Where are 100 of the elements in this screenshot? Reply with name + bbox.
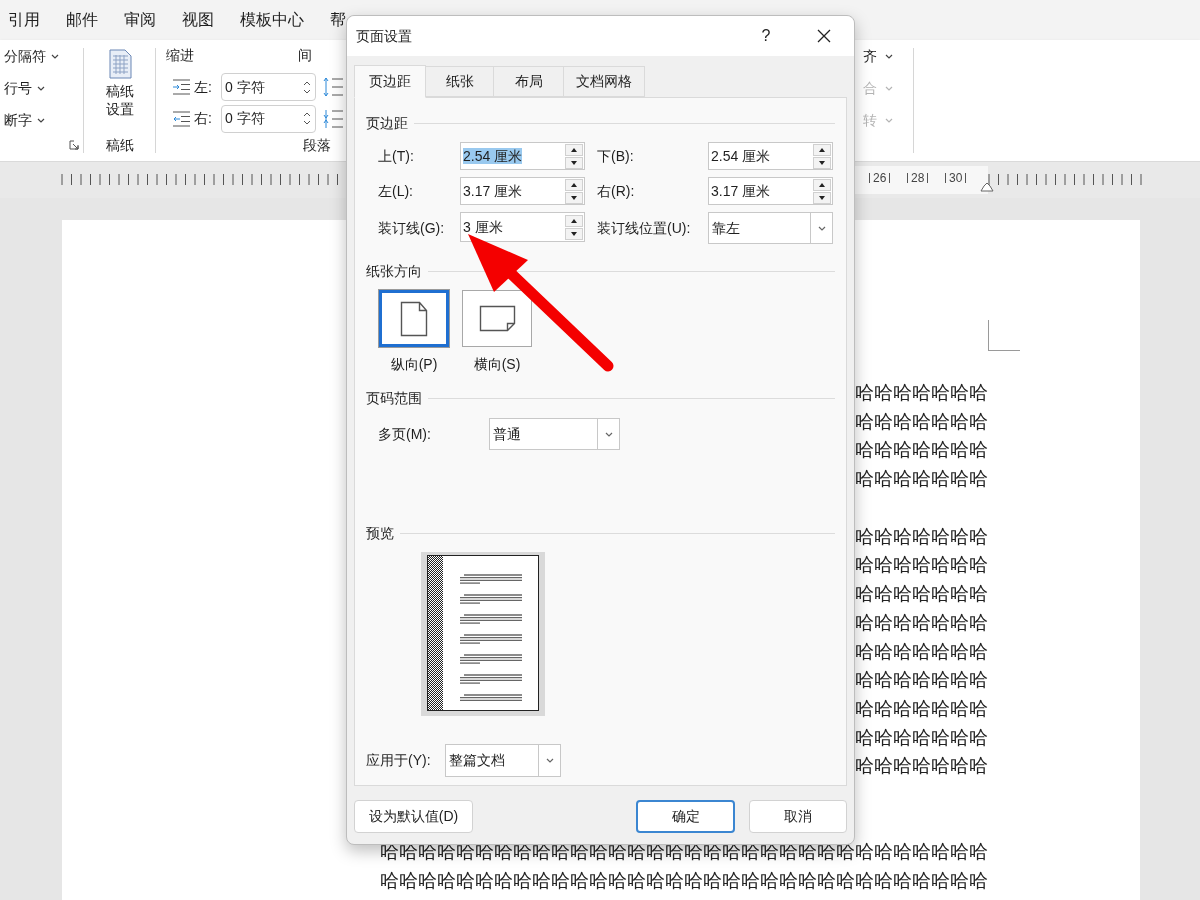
menu-tab[interactable]: 帮 bbox=[330, 12, 346, 28]
text-line: 哈哈哈哈哈哈哈 bbox=[855, 524, 988, 549]
spin-field[interactable]: 3 厘米 bbox=[460, 212, 585, 242]
dialog-button[interactable]: 取消 bbox=[749, 800, 847, 833]
portrait-page-icon bbox=[400, 300, 428, 337]
spin-down-icon[interactable] bbox=[813, 156, 831, 169]
section-heading: 页边距 bbox=[366, 113, 408, 133]
orientation-button[interactable] bbox=[462, 290, 532, 347]
spin-down-icon[interactable] bbox=[813, 191, 831, 204]
menu-tab[interactable]: 模板中心 bbox=[240, 12, 304, 28]
spin-field[interactable]: 0 字符 bbox=[221, 73, 316, 101]
margin-corner-mark bbox=[988, 320, 1020, 351]
text-line: 哈哈哈哈哈哈哈 bbox=[855, 610, 988, 635]
field-label: 左: bbox=[194, 77, 213, 97]
spin-down-icon[interactable] bbox=[565, 227, 583, 240]
spin-down-icon[interactable] bbox=[565, 191, 583, 204]
paper-settings-button[interactable]: 稿纸设置 bbox=[104, 49, 135, 118]
chevron-down-icon bbox=[51, 53, 59, 59]
text-line: 哈哈哈哈哈哈哈 bbox=[855, 582, 988, 607]
close-icon bbox=[817, 29, 831, 43]
spin-up-icon[interactable] bbox=[813, 178, 831, 191]
ribbon-dropdown[interactable]: 断字 bbox=[4, 104, 83, 136]
field-label: 装订线(G): bbox=[378, 218, 446, 238]
field-label: 左(L): bbox=[378, 181, 414, 201]
indent-icon bbox=[172, 79, 190, 95]
menu-tab[interactable]: 邮件 bbox=[66, 12, 98, 28]
text-line: 哈哈哈哈哈哈哈 bbox=[855, 754, 988, 779]
spin-up-icon[interactable] bbox=[813, 143, 831, 156]
document-grid-icon bbox=[107, 49, 132, 79]
line-spacing-icon bbox=[323, 108, 343, 130]
text-line: 哈哈哈哈哈哈哈 bbox=[855, 639, 988, 664]
indent-marker[interactable] bbox=[980, 182, 994, 192]
dropdown[interactable]: 整篇文档 bbox=[445, 744, 561, 777]
menu-tab[interactable]: 审阅 bbox=[124, 12, 156, 28]
ribbon-dropdown[interactable]: 齐 bbox=[863, 40, 913, 72]
option-label: 横向(S) bbox=[473, 355, 521, 374]
spin-field[interactable]: 3.17 厘米 bbox=[460, 177, 585, 205]
spin-down-icon[interactable] bbox=[565, 156, 583, 169]
text-line: 哈哈哈哈哈哈哈 bbox=[855, 381, 988, 405]
chevron-down-icon bbox=[604, 431, 613, 437]
tab[interactable]: 页边距 bbox=[354, 65, 426, 98]
chevron-down-icon bbox=[885, 85, 893, 91]
chevron-down-icon[interactable] bbox=[303, 88, 311, 94]
field-label: 右: bbox=[194, 109, 213, 129]
spin-field[interactable]: 2.54 厘米 bbox=[460, 142, 585, 170]
dialog-button[interactable]: 确定 bbox=[636, 800, 735, 833]
chevron-down-icon bbox=[37, 85, 45, 91]
dropdown[interactable]: 靠左 bbox=[708, 212, 833, 244]
field-label: 下(B): bbox=[597, 146, 635, 166]
menu-tab[interactable]: 引用 bbox=[8, 12, 40, 28]
dropdown[interactable]: 普通 bbox=[489, 418, 620, 450]
option-label: 纵向(P) bbox=[390, 355, 438, 374]
field-label: 多页(M): bbox=[378, 424, 432, 444]
indent-icon bbox=[172, 111, 190, 127]
dialog-launcher-icon[interactable] bbox=[69, 140, 79, 150]
section-label: 间 bbox=[298, 46, 312, 65]
text-line: 哈哈哈哈哈哈哈 bbox=[855, 725, 988, 750]
spin-up-icon[interactable] bbox=[565, 178, 583, 191]
text-line: 哈哈哈哈哈哈哈 bbox=[855, 668, 988, 693]
group-label: 稿纸 bbox=[105, 136, 134, 155]
chevron-down-icon bbox=[545, 758, 554, 763]
spin-field[interactable]: 2.54 厘米 bbox=[708, 142, 833, 170]
text-line: 哈哈哈哈哈哈哈 bbox=[855, 467, 988, 492]
text-line: 哈哈哈哈哈哈哈 bbox=[855, 438, 988, 463]
help-button[interactable]: ? bbox=[751, 22, 781, 50]
text-line: 哈哈哈哈哈哈哈 bbox=[855, 696, 988, 721]
dialog-title: 页面设置 bbox=[356, 26, 412, 46]
spin-up-icon[interactable] bbox=[565, 214, 583, 227]
ribbon-dropdown[interactable]: 行号 bbox=[4, 72, 83, 104]
text-line: 哈哈哈哈哈哈哈 bbox=[855, 553, 988, 578]
text-line: 哈哈哈哈哈哈哈哈哈哈哈哈哈哈哈哈哈哈哈哈哈哈哈哈哈哈哈哈哈哈哈哈 bbox=[380, 839, 988, 864]
field-label: 右(R): bbox=[597, 181, 636, 201]
section-heading: 预览 bbox=[366, 523, 394, 543]
field-label: 上(T): bbox=[378, 146, 415, 166]
text-line: 哈哈哈哈哈哈哈哈哈哈哈哈哈哈哈哈哈哈哈哈哈哈哈哈哈哈哈哈哈哈哈哈 bbox=[380, 868, 988, 893]
spin-field[interactable]: 0 字符 bbox=[221, 105, 316, 133]
spin-up-icon[interactable] bbox=[565, 143, 583, 156]
field-label: 装订线位置(U): bbox=[597, 218, 692, 238]
chevron-up-icon[interactable] bbox=[303, 80, 311, 86]
ruler-number: 28 bbox=[911, 172, 925, 184]
section-heading: 页码范围 bbox=[366, 388, 422, 408]
tab[interactable]: 布局 bbox=[493, 66, 564, 97]
menu-tab[interactable]: 视图 bbox=[182, 12, 214, 28]
tab[interactable]: 纸张 bbox=[425, 66, 494, 97]
group-label: 段落 bbox=[303, 137, 331, 153]
chevron-down-icon bbox=[885, 117, 893, 123]
spin-field[interactable]: 3.17 厘米 bbox=[708, 177, 833, 205]
ribbon-dropdown[interactable]: 分隔符 bbox=[4, 40, 83, 72]
chevron-up-icon[interactable] bbox=[303, 112, 311, 118]
orientation-button[interactable] bbox=[379, 290, 449, 347]
field-label: 应用于(Y): bbox=[366, 751, 432, 770]
chevron-down-icon bbox=[885, 53, 893, 59]
section-heading: 纸张方向 bbox=[366, 261, 422, 281]
ruler-number: 26 bbox=[873, 172, 887, 184]
chevron-down-icon bbox=[37, 117, 45, 123]
line-spacing-icon bbox=[323, 76, 343, 98]
dialog-button[interactable]: 设为默认值(D) bbox=[354, 800, 473, 833]
chevron-down-icon[interactable] bbox=[303, 120, 311, 126]
text-line: 哈哈哈哈哈哈哈 bbox=[855, 409, 988, 434]
tab[interactable]: 文档网格 bbox=[563, 66, 645, 97]
